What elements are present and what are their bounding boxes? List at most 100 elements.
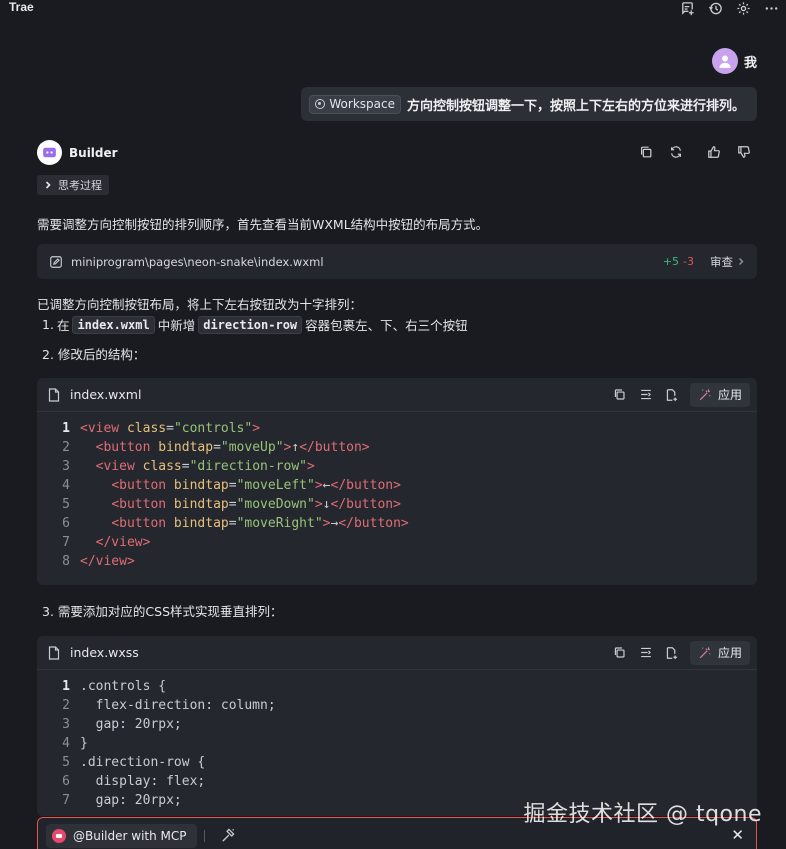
line-number: 3 <box>62 459 70 474</box>
user-header: 我 <box>711 48 757 74</box>
edit-file-icon <box>50 255 62 268</box>
code-block-header: index.wxml 应用 <box>37 378 757 412</box>
line-number: 6 <box>62 774 70 789</box>
code-text: <view class="controls"> <box>80 421 261 436</box>
code-block-tools: 应用 <box>612 382 750 407</box>
code-block: index.wxss 应用 1 .controls {2 flex-directi… <box>37 636 757 816</box>
chevron-right-icon <box>45 181 51 189</box>
code-text: .controls { <box>80 679 167 694</box>
line-number: 3 <box>62 717 70 732</box>
code-text: </view> <box>80 554 135 569</box>
code-text: gap: 20rpx; <box>80 717 182 732</box>
add-file-icon[interactable] <box>664 645 680 661</box>
regenerate-icon[interactable] <box>668 144 684 160</box>
magic-wand-icon <box>699 388 711 400</box>
watermark: 掘金技术社区 @ tqone <box>523 802 762 827</box>
lines-added-count: +5 <box>662 255 680 268</box>
message-actions <box>638 144 752 160</box>
lines-removed-count: -3 <box>683 255 694 268</box>
code-block: index.wxml 应用 1 <view class="controls"> 2 … <box>37 378 757 585</box>
list-text: 在 <box>56 318 70 333</box>
mcp-agent-chip[interactable]: @Builder with MCP <box>46 824 197 848</box>
code-line: 4 <button bindtap="moveLeft">←</button> <box>37 478 757 497</box>
copy-icon[interactable] <box>612 645 628 661</box>
file-icon <box>48 387 60 402</box>
list-item: 2. 修改后的结构： <box>42 347 146 362</box>
title-bar-actions <box>678 0 780 16</box>
list-text: 中新增 <box>157 318 196 333</box>
code-text: .direction-row { <box>80 755 206 770</box>
code-block-filename: index.wxml <box>70 387 142 402</box>
copy-icon[interactable] <box>638 144 654 160</box>
code-block-filename: index.wxss <box>70 645 139 660</box>
inline-code: index.wxml <box>72 315 155 334</box>
divider <box>204 830 205 842</box>
builder-header: Builder <box>37 140 118 165</box>
gear-icon[interactable] <box>734 0 752 16</box>
close-icon[interactable]: ✕ <box>731 826 744 844</box>
add-file-icon[interactable] <box>664 387 680 403</box>
code-line: 2 flex-direction: column; <box>37 698 757 717</box>
code-text: <button bindtap="moveDown">↓</button> <box>111 497 401 512</box>
file-change-row[interactable]: miniprogram\pages\neon-snake\index.wxml … <box>37 244 757 279</box>
builder-avatar <box>37 140 62 165</box>
code-line: 1 .controls { <box>37 679 757 698</box>
user-message-bubble: Workspace 方向控制按钮调整一下，按照上下左右的方位来进行排列。 <box>301 87 757 121</box>
code-body: 1 <view class="controls"> 2 <button bindta… <box>37 412 757 573</box>
mcp-logo-icon <box>52 829 66 843</box>
insert-code-icon[interactable] <box>638 645 654 661</box>
line-number: 5 <box>62 497 70 512</box>
user-message-text: 方向控制按钮调整一下，按照上下左右的方位来进行排列。 <box>406 98 745 114</box>
insert-code-icon[interactable] <box>638 387 654 403</box>
file-change-path: miniprogram\pages\neon-snake\index.wxml <box>71 254 324 269</box>
review-button[interactable]: 审查 <box>710 254 745 270</box>
tools-hammer-icon[interactable] <box>220 828 235 847</box>
code-block-tools: 应用 <box>612 640 750 665</box>
code-line: 7 </view> <box>37 535 757 554</box>
line-number: 7 <box>62 535 70 550</box>
code-line: 2 <button bindtap="moveUp">↑</button> <box>37 440 757 459</box>
assistant-summary-text: 已调整方向控制按钮布局，将上下左右按钮改为十字排列： <box>37 297 363 312</box>
thinking-toggle[interactable]: 思考过程 <box>37 175 109 195</box>
magic-wand-icon <box>699 646 711 658</box>
code-body: 1 .controls {2 flex-direction: column; 3 g… <box>37 670 757 812</box>
code-line: 3 gap: 20rpx; <box>37 717 757 736</box>
chevron-right-icon <box>738 257 744 266</box>
thumbs-up-icon[interactable] <box>706 144 722 160</box>
more-icon[interactable] <box>762 0 780 16</box>
chat-add-icon[interactable] <box>678 0 696 16</box>
history-icon[interactable] <box>706 0 724 16</box>
thumbs-down-icon[interactable] <box>736 144 752 160</box>
line-number: 5 <box>62 755 70 770</box>
line-number: 1 <box>62 421 70 436</box>
apply-button[interactable]: 应用 <box>689 640 750 665</box>
line-number: 6 <box>62 516 70 531</box>
mcp-agent-chip-label: @Builder with MCP <box>73 829 187 843</box>
apply-button[interactable]: 应用 <box>689 382 750 407</box>
line-number: 8 <box>62 554 70 569</box>
code-text: } <box>80 736 88 751</box>
code-line: 1 <view class="controls"> <box>37 421 757 440</box>
workspace-icon <box>315 99 326 109</box>
code-line: 3 <view class="direction-row"> <box>37 459 757 478</box>
inline-code: direction-row <box>198 315 303 334</box>
list-number: 1. <box>42 317 54 332</box>
code-line: 5 .direction-row { <box>37 755 757 774</box>
code-text: <button bindtap="moveUp">↑</button> <box>95 440 370 455</box>
list-item: 1. 在 index.wxml 中新增 direction-row 容器包裹左、… <box>42 315 468 334</box>
code-line: 6 display: flex; <box>37 774 757 793</box>
code-text: <view class="direction-row"> <box>95 459 315 474</box>
code-text: gap: 20rpx; <box>80 793 182 808</box>
list-text: 容器包裹左、下、右三个按钮 <box>305 318 468 333</box>
code-line: 8 </view> <box>37 554 757 573</box>
copy-icon[interactable] <box>612 387 628 403</box>
code-block-header: index.wxss 应用 <box>37 636 757 670</box>
code-text: <button bindtap="moveLeft">←</button> <box>111 478 401 493</box>
review-button-label: 审查 <box>710 254 733 269</box>
workspace-chip[interactable]: Workspace <box>309 94 401 114</box>
apply-button-label: 应用 <box>717 388 742 402</box>
assistant-intro-text: 需要调整方向控制按钮的排列顺序，首先查看当前WXML结构中按钮的布局方式。 <box>37 217 489 232</box>
avatar <box>711 48 738 74</box>
code-text: <button bindtap="moveRight">→</button> <box>111 516 409 531</box>
file-icon <box>48 645 60 660</box>
